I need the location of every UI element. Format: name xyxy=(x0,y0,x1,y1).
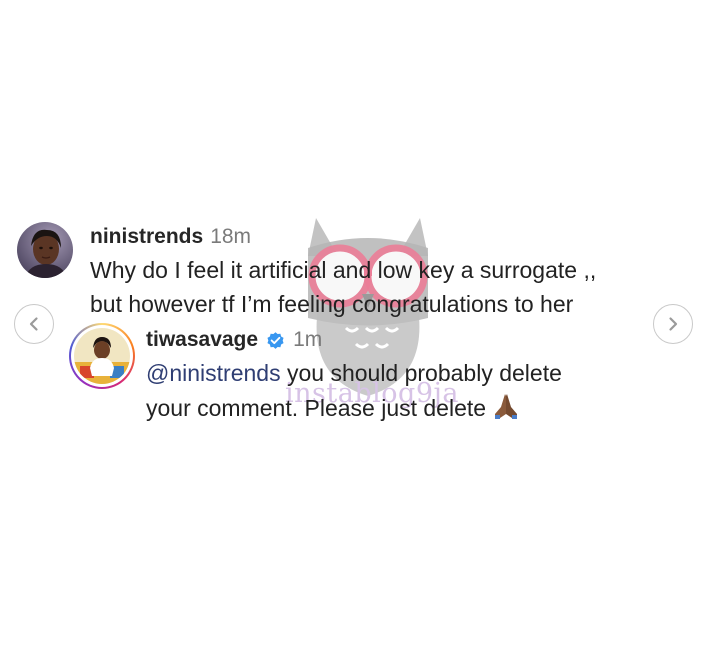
comment-ninistrends: ninistrends 18m Why do I feel it artific… xyxy=(90,222,596,320)
comment-text-line-2: but however tf I’m feeling congratulatio… xyxy=(90,291,574,317)
comment-username[interactable]: ninistrends xyxy=(90,222,203,252)
folded-hands-emoji-icon xyxy=(492,392,520,428)
chevron-right-icon xyxy=(669,317,678,331)
comment-text-line-2: your comment. Please just delete xyxy=(146,392,562,428)
verified-badge-icon xyxy=(265,330,286,351)
comment-username[interactable]: tiwasavage xyxy=(146,325,258,355)
next-button[interactable] xyxy=(653,304,693,344)
avatar-tiwasavage xyxy=(74,328,130,384)
profile-photo xyxy=(17,222,73,278)
comment-text-line-1: Why do I feel it artificial and low key … xyxy=(90,257,597,283)
comment-timestamp: 1m xyxy=(293,328,323,351)
screenshot-frame: instablog9ja ninistrends 18m Why do I fe… xyxy=(0,0,712,657)
comment-text-line-1: @ninistrends you should probably delete xyxy=(146,358,562,389)
mention-link[interactable]: @ninistrends xyxy=(146,360,281,386)
previous-button[interactable] xyxy=(14,304,54,344)
comment-text: your comment. Please just delete xyxy=(146,395,487,421)
avatar-ninistrends[interactable] xyxy=(17,222,73,278)
profile-photo xyxy=(74,328,130,384)
comment-header: ninistrends 18m xyxy=(90,222,596,252)
comment-text: you should probably delete xyxy=(280,360,562,386)
comment-tiwasavage: tiwasavage 1m @ninistrends you should pr… xyxy=(146,325,562,428)
chevron-left-icon xyxy=(29,317,38,331)
comment-timestamp: 18m xyxy=(210,225,252,248)
story-ring[interactable] xyxy=(69,323,135,389)
comment-header: tiwasavage 1m xyxy=(146,325,562,355)
